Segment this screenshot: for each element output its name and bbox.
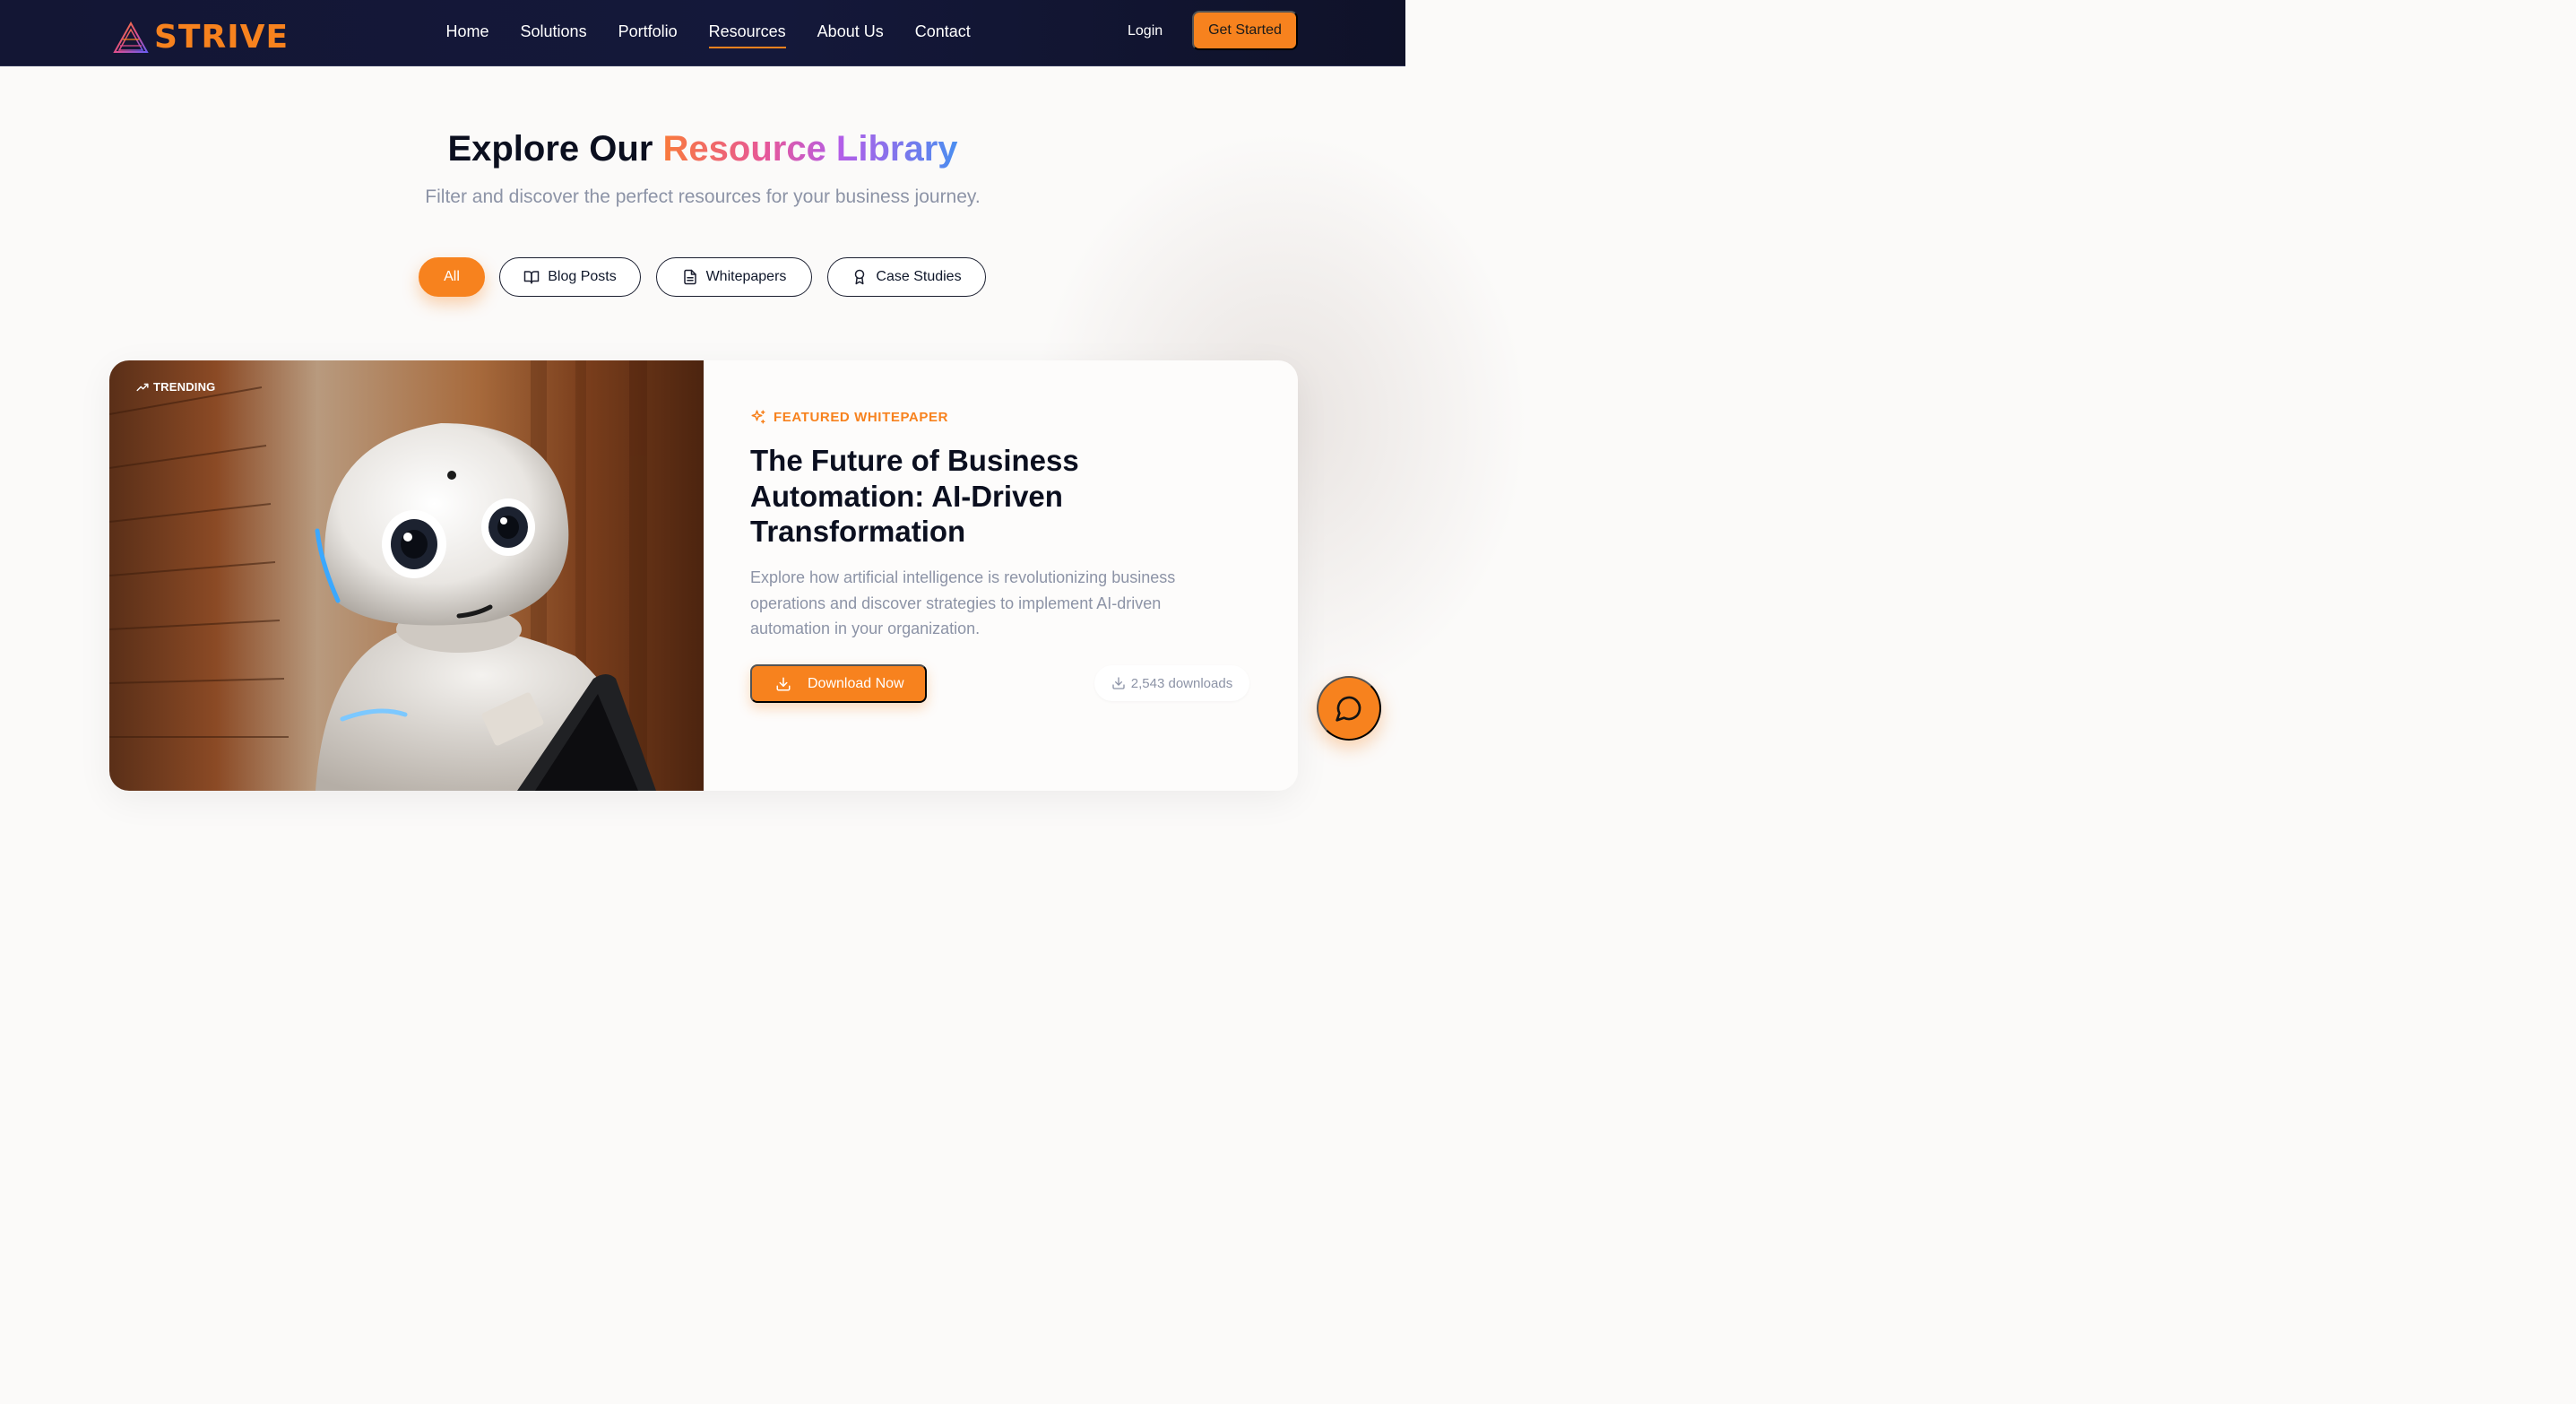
download-icon xyxy=(776,677,791,690)
robot-illustration xyxy=(109,360,704,791)
filter-all[interactable]: All xyxy=(419,257,485,297)
download-count-badge: 2,543 downloads xyxy=(1094,665,1249,701)
sparkles-icon xyxy=(751,410,765,424)
featured-image: TRENDING xyxy=(109,360,704,791)
resource-filter-bar: All Blog Posts Whitepapers Case Studies xyxy=(0,257,1405,299)
main-nav: Home Solutions Portfolio Resources About… xyxy=(430,0,986,63)
trending-up-icon xyxy=(136,383,149,391)
brand-logo[interactable]: STRIVE xyxy=(113,20,289,56)
chat-button[interactable] xyxy=(1317,676,1381,741)
filter-label: Blog Posts xyxy=(548,269,617,284)
filter-label: Case Studies xyxy=(876,269,962,284)
chat-bubble-icon xyxy=(1336,696,1361,722)
logo-mark-icon xyxy=(113,22,149,53)
award-icon xyxy=(855,269,865,285)
nav-link-solutions[interactable]: Solutions xyxy=(521,21,587,42)
featured-description: Explore how artificial intelligence is r… xyxy=(750,568,1176,637)
trending-label: TRENDING xyxy=(153,380,216,394)
brand-name: STRIVE xyxy=(154,19,290,56)
page-title-highlight: Resource Library xyxy=(662,129,958,169)
nav-link-about-us[interactable]: About Us xyxy=(817,21,884,42)
page-subtitle: Filter and discover the perfect resource… xyxy=(425,186,981,207)
book-open-icon xyxy=(524,271,540,284)
page-title-prefix: Explore Our xyxy=(447,129,653,169)
featured-title[interactable]: The Future of Business Automation: AI-Dr… xyxy=(750,443,1136,550)
document-icon xyxy=(683,269,696,285)
page-title: Explore Our Resource Library xyxy=(0,127,1405,170)
nav-link-portfolio[interactable]: Portfolio xyxy=(618,21,678,42)
download-count-text: 2,543 downloads xyxy=(1130,675,1233,691)
featured-eyebrow: FEATURED WHITEPAPER xyxy=(750,409,948,425)
trending-badge: TRENDING xyxy=(136,380,216,394)
download-now-button[interactable]: Download Now xyxy=(750,664,927,703)
nav-link-home[interactable]: Home xyxy=(446,21,489,42)
nav-link-contact[interactable]: Contact xyxy=(915,21,971,42)
get-started-button[interactable]: Get Started xyxy=(1192,11,1298,50)
login-link[interactable]: Login xyxy=(1128,21,1163,42)
download-now-label: Download Now xyxy=(808,675,904,691)
featured-eyebrow-label: FEATURED WHITEPAPER xyxy=(774,409,949,425)
featured-resource-card[interactable]: TRENDING FEATURED WHITEPAPER The Future … xyxy=(109,360,1298,791)
filter-case-studies[interactable]: Case Studies xyxy=(827,257,986,297)
nav-link-resources[interactable]: Resources xyxy=(708,21,786,48)
top-navbar: STRIVE Home Solutions Portfolio Resource… xyxy=(0,0,1405,66)
filter-blog-posts[interactable]: Blog Posts xyxy=(499,257,641,297)
filter-label: All xyxy=(444,269,460,284)
download-icon xyxy=(1112,677,1125,689)
filter-label: Whitepapers xyxy=(705,269,787,284)
filter-whitepapers[interactable]: Whitepapers xyxy=(656,257,812,297)
